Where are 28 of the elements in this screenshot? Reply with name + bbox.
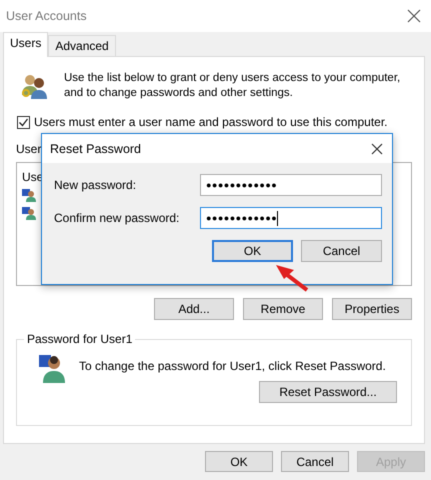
description-text: Use the list below to grant or deny users access to your computer, and to change passwords and other settings. [64,71,402,101]
user-icon [39,353,65,383]
list-button[interactable]: Properties [332,298,412,320]
field-label: New password: [54,178,136,192]
user-icon [22,188,36,202]
group-title: Password for User1 [24,332,136,346]
tab[interactable]: Users [3,32,48,57]
close-icon[interactable] [371,142,383,154]
password-field[interactable]: ●●●●●●●●●●●● [200,174,382,196]
close-icon[interactable] [407,9,421,23]
list-button[interactable]: Add... [154,298,234,320]
dialog-button[interactable]: Cancel [281,451,349,472]
checkbox-label: Users must enter a user name and password to use this computer. [34,115,388,129]
dialog-button[interactable]: Cancel [301,240,382,262]
dialog-button[interactable]: OK [205,451,273,472]
dialog-title: Reset Password [50,142,142,156]
pointer-arrow [274,262,310,292]
reset-password-button[interactable]: Reset Password... [259,381,397,403]
instruction-text: To change the password for User1, click Reset Password. [79,359,386,373]
dialog-button[interactable]: OK [212,240,293,262]
field-label: Confirm new password: [54,211,180,225]
password-field[interactable]: ●●●●●●●●●●●● [200,207,382,229]
users-label: User [16,142,42,156]
tab[interactable]: Advanced [48,35,116,56]
checkbox[interactable] [17,116,30,128]
window-title: User Accounts [6,9,87,23]
user-icon [22,206,36,220]
list-button[interactable]: Remove [243,298,323,320]
